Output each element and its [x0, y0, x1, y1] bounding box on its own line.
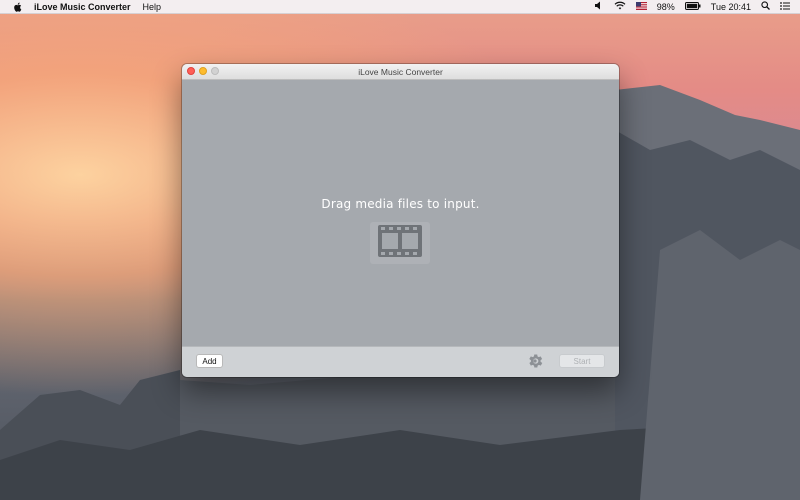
volume-icon[interactable]	[594, 1, 604, 12]
flag-icon[interactable]	[635, 1, 647, 12]
menu-app-name[interactable]: iLove Music Converter	[34, 2, 131, 12]
drop-prompt: Drag media files to input.	[321, 197, 480, 211]
clock[interactable]: Tue 20:41	[711, 2, 751, 12]
gear-icon[interactable]	[525, 351, 545, 371]
add-button[interactable]: Add	[196, 354, 223, 368]
start-button[interactable]: Start	[559, 354, 605, 368]
minimize-button[interactable]	[199, 67, 207, 75]
apple-icon[interactable]	[10, 2, 24, 12]
wifi-icon[interactable]	[614, 1, 626, 12]
drop-zone[interactable]: Drag media files to input.	[182, 80, 619, 346]
battery-percent[interactable]: 98%	[657, 2, 675, 12]
zoom-button[interactable]	[211, 67, 219, 75]
film-icon-container	[370, 222, 430, 264]
bottom-toolbar: Add Start	[182, 346, 619, 377]
menubar-status-area: 98% Tue 20:41	[594, 1, 790, 12]
battery-icon[interactable]	[684, 1, 701, 12]
film-icon	[378, 224, 422, 262]
window-controls	[187, 67, 219, 75]
window-titlebar[interactable]: iLove Music Converter	[182, 64, 619, 80]
spotlight-icon[interactable]	[761, 1, 770, 12]
converter-window: iLove Music Converter Drag media files t…	[182, 64, 619, 377]
close-button[interactable]	[187, 67, 195, 75]
window-title: iLove Music Converter	[358, 66, 443, 77]
menu-bar: iLove Music Converter Help 98% Tue 20:41	[0, 0, 800, 14]
menu-help[interactable]: Help	[143, 2, 162, 12]
notification-center-icon[interactable]	[780, 1, 790, 12]
